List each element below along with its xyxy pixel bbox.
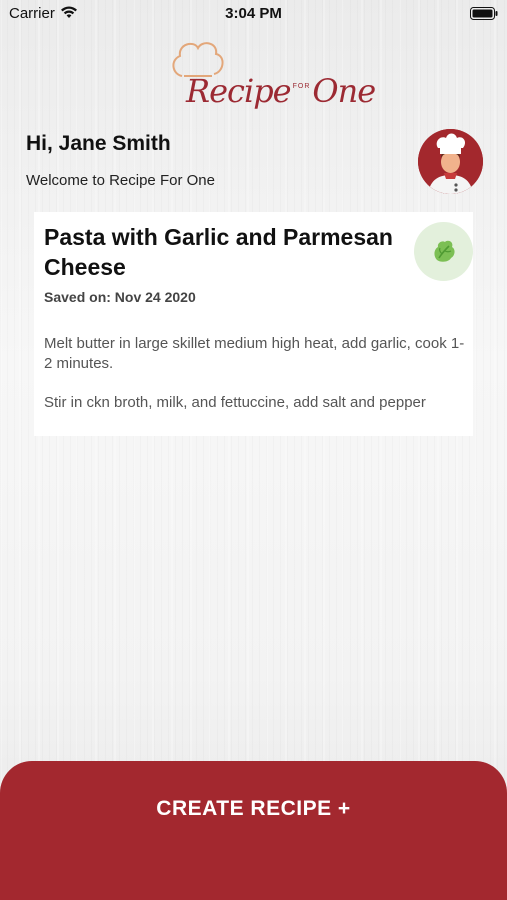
greeting-title: Hi, Jane Smith bbox=[26, 132, 171, 155]
recipe-step: Stir in ckn broth, milk, and fettuccine,… bbox=[44, 394, 426, 411]
welcome-subtitle: Welcome to Recipe For One bbox=[26, 172, 215, 189]
recipe-step: Melt butter in large skillet medium high… bbox=[44, 335, 465, 372]
app-logo: Recipe FOROne bbox=[168, 38, 376, 118]
logo-text-recipe: Recipe bbox=[186, 72, 292, 110]
avatar[interactable] bbox=[418, 129, 483, 194]
logo-text-for: FOR bbox=[292, 83, 311, 90]
recipe-card[interactable]: Pasta with Garlic and Parmesan Cheese Sa… bbox=[34, 212, 473, 436]
battery-icon bbox=[470, 7, 498, 24]
logo-text-one: One bbox=[312, 72, 376, 110]
chef-avatar-icon bbox=[418, 129, 483, 194]
recipe-description: Melt butter in large skillet medium high… bbox=[44, 334, 470, 432]
status-bar: Carrier 3:04 PM bbox=[0, 0, 507, 28]
status-time: 3:04 PM bbox=[225, 5, 282, 22]
lettuce-icon bbox=[434, 240, 455, 262]
recipe-title: Pasta with Garlic and Parmesan Cheese bbox=[44, 224, 393, 280]
saved-date: Saved on: Nov 24 2020 bbox=[44, 289, 196, 305]
vegetable-badge bbox=[414, 222, 473, 281]
create-recipe-button[interactable]: CREATE RECIPE + bbox=[0, 761, 507, 900]
